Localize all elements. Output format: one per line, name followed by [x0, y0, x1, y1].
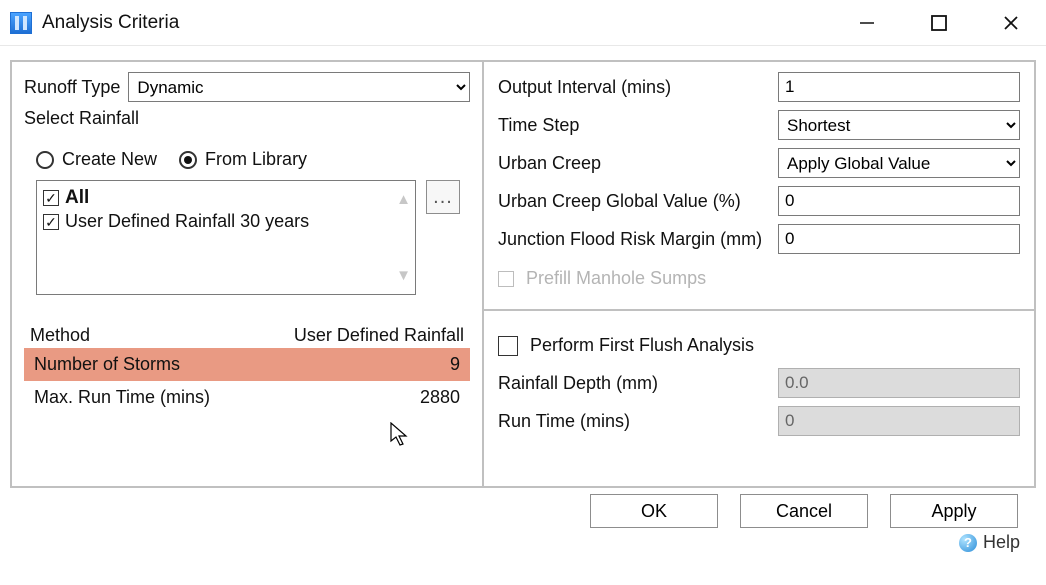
list-item[interactable]: ✓ All — [43, 187, 409, 209]
output-interval-input[interactable] — [778, 72, 1020, 102]
first-flush-label: Perform First Flush Analysis — [530, 335, 754, 356]
rainfall-source-radio-group: Create New From Library — [36, 149, 470, 170]
list-item[interactable]: ✓ User Defined Rainfall 30 years — [43, 211, 409, 232]
junction-margin-label: Junction Flood Risk Margin (mm) — [498, 229, 778, 250]
select-rainfall-label: Select Rainfall — [24, 108, 139, 129]
rainfall-depth-label: Rainfall Depth (mm) — [498, 373, 778, 394]
from-library-label: From Library — [205, 149, 307, 170]
urban-creep-combo[interactable]: Apply Global Value — [778, 148, 1020, 178]
urban-creep-global-input[interactable] — [778, 186, 1020, 216]
ellipsis-icon: ... — [433, 186, 453, 209]
left-pane: Runoff Type Dynamic Select Rainfall Crea… — [12, 62, 484, 486]
table-row[interactable]: Number of Storms 9 — [24, 348, 470, 381]
checkbox-icon[interactable]: ✓ — [43, 190, 59, 206]
checkbox-icon — [498, 271, 514, 287]
radio-icon — [179, 151, 197, 169]
section-divider — [484, 309, 1034, 311]
prefill-label: Prefill Manhole Sumps — [526, 268, 706, 289]
from-library-radio[interactable]: From Library — [179, 149, 307, 170]
method-summary-table: Method User Defined Rainfall Number of S… — [24, 323, 470, 414]
method-header: Method — [30, 325, 90, 346]
dialog-body: Runoff Type Dynamic Select Rainfall Crea… — [10, 60, 1036, 488]
checkbox-icon[interactable] — [498, 336, 518, 356]
first-flush-checkbox[interactable]: Perform First Flush Analysis — [498, 335, 1020, 356]
value-header: User Defined Rainfall — [294, 325, 464, 346]
create-new-label: Create New — [62, 149, 157, 170]
create-new-radio[interactable]: Create New — [36, 149, 157, 170]
maximize-icon — [930, 14, 948, 32]
scroll-up-icon[interactable]: ▲ — [396, 191, 411, 208]
rainfall-library-list[interactable]: ✓ All ✓ User Defined Rainfall 30 years ▲… — [36, 180, 416, 295]
help-label: Help — [983, 532, 1020, 553]
time-step-combo[interactable]: Shortest — [778, 110, 1020, 140]
run-time-label: Run Time (mins) — [498, 411, 778, 432]
checkbox-icon[interactable]: ✓ — [43, 214, 59, 230]
help-icon: ? — [959, 534, 977, 552]
prefill-manhole-checkbox: Prefill Manhole Sumps — [498, 268, 1020, 289]
time-step-label: Time Step — [498, 115, 778, 136]
minimize-icon — [858, 14, 876, 32]
dialog-footer: OK Cancel Apply — [0, 494, 1046, 528]
scroll-down-icon[interactable]: ▼ — [396, 267, 411, 284]
minimize-button[interactable] — [844, 4, 890, 42]
run-time-input — [778, 406, 1020, 436]
close-button[interactable] — [988, 4, 1034, 42]
list-item-label: All — [65, 187, 89, 209]
table-row[interactable]: Max. Run Time (mins) 2880 — [24, 381, 470, 414]
list-item-label: User Defined Rainfall 30 years — [65, 211, 309, 232]
rainfall-depth-input — [778, 368, 1020, 398]
window-controls — [844, 4, 1040, 42]
row-value: 2880 — [420, 387, 460, 408]
urban-creep-label: Urban Creep — [498, 153, 778, 174]
app-icon — [10, 12, 32, 34]
row-name: Max. Run Time (mins) — [34, 387, 210, 408]
apply-button[interactable]: Apply — [890, 494, 1018, 528]
help-link[interactable]: ? Help — [0, 528, 1046, 553]
runoff-type-label: Runoff Type — [24, 77, 120, 98]
radio-icon — [36, 151, 54, 169]
close-icon — [1002, 14, 1020, 32]
titlebar: Analysis Criteria — [0, 0, 1046, 46]
output-interval-label: Output Interval (mins) — [498, 77, 778, 98]
urban-creep-global-label: Urban Creep Global Value (%) — [498, 191, 778, 212]
row-value: 9 — [450, 354, 460, 375]
window-title: Analysis Criteria — [42, 12, 179, 34]
maximize-button[interactable] — [916, 4, 962, 42]
ok-button[interactable]: OK — [590, 494, 718, 528]
runoff-type-combo[interactable]: Dynamic — [128, 72, 470, 102]
row-name: Number of Storms — [34, 354, 180, 375]
browse-button[interactable]: ... — [426, 180, 460, 214]
junction-margin-input[interactable] — [778, 224, 1020, 254]
right-pane: Output Interval (mins) Time Step Shortes… — [484, 62, 1034, 486]
cancel-button[interactable]: Cancel — [740, 494, 868, 528]
